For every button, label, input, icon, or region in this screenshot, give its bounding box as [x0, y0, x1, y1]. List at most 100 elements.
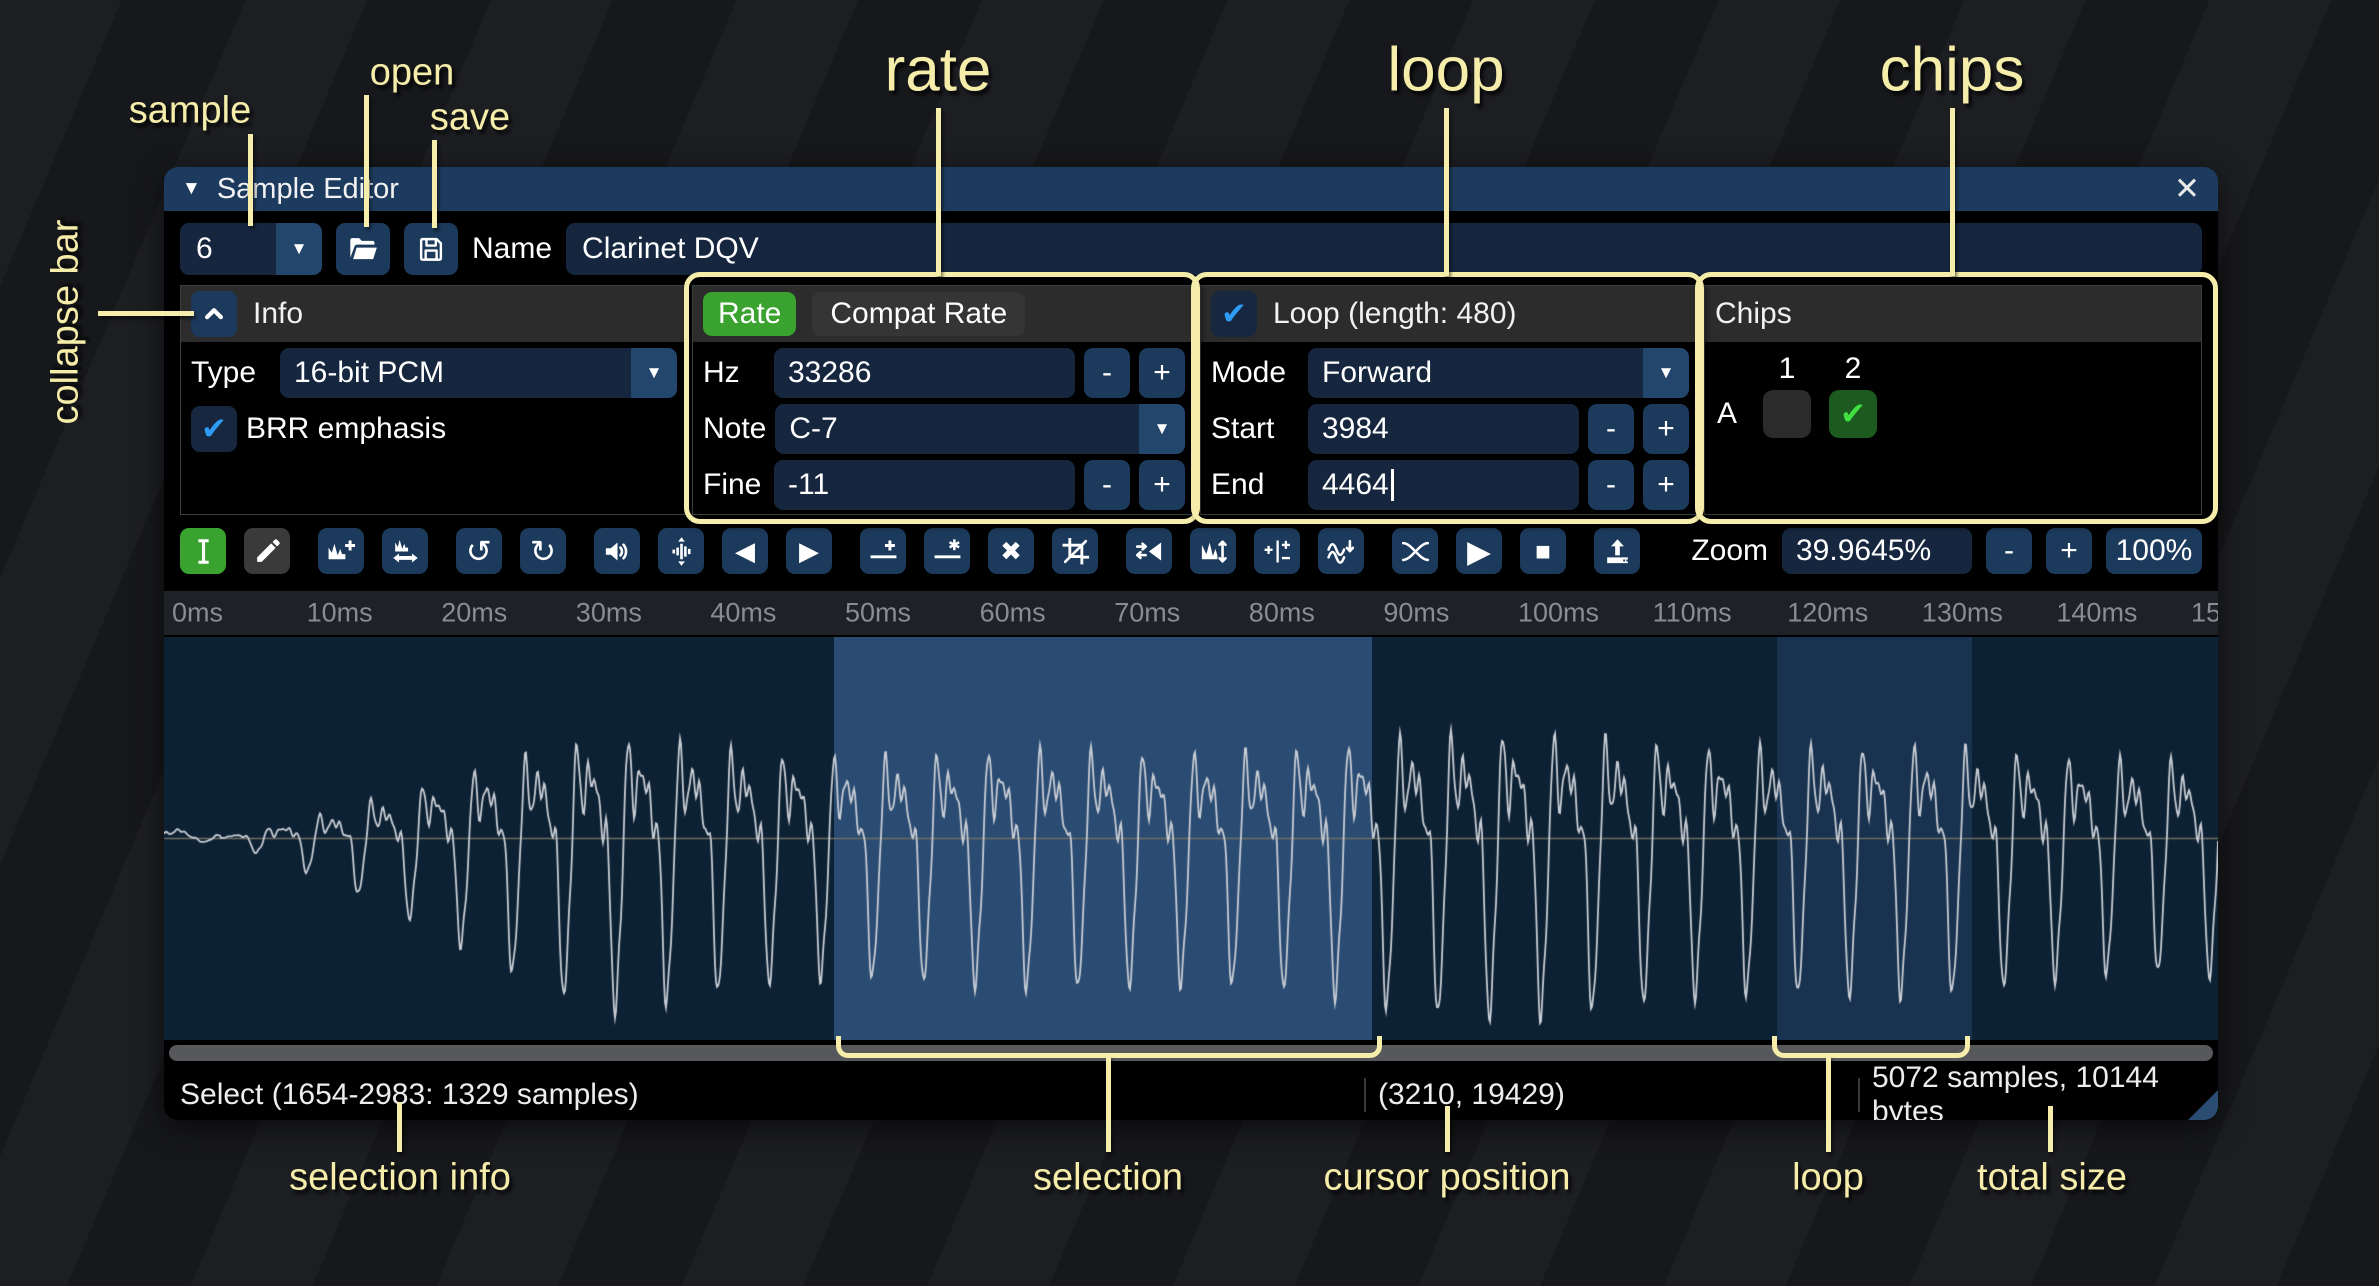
preview-icon: ▶	[1467, 536, 1491, 567]
fade-out-icon: ▶	[799, 538, 819, 564]
ruler-tick-label: 150ms	[2191, 598, 2218, 629]
page: ▼ Sample Editor ✕ 6 ▼	[0, 0, 2379, 1286]
window-collapse-icon[interactable]: ▼	[182, 178, 201, 200]
stop-preview-button[interactable]: ■	[1520, 528, 1566, 574]
ruler-tick-label: 50ms	[845, 598, 911, 629]
callout-loop-label: loop	[1387, 35, 1504, 106]
callout-selection-bracket	[836, 1036, 1382, 1058]
toolbar-group: ▶■	[1392, 528, 1566, 574]
callout-total-size-line	[2048, 1106, 2053, 1152]
reverse-icon	[1134, 536, 1165, 567]
stop-preview-icon: ■	[1535, 538, 1551, 564]
delete-button[interactable]: ✖	[988, 528, 1034, 574]
sample-select[interactable]: 6 ▼	[180, 223, 322, 275]
signed-unsigned-button[interactable]	[1254, 528, 1300, 574]
reverse-button[interactable]	[1126, 528, 1172, 574]
window-title: Sample Editor	[217, 173, 399, 206]
callout-cursor-position-line	[1445, 1106, 1450, 1152]
zoom-out-button[interactable]: -	[1986, 528, 2032, 574]
trim-button[interactable]	[1052, 528, 1098, 574]
callout-selection-stem	[1106, 1056, 1111, 1152]
callout-save-label: save	[430, 97, 510, 140]
sample-name-value: Clarinet DQV	[582, 232, 759, 266]
apply-silence-icon	[932, 536, 963, 567]
folder-open-icon	[347, 233, 379, 265]
resize-button[interactable]	[318, 528, 364, 574]
zoom-input[interactable]: 39.9645%	[1782, 528, 1972, 574]
redo-button[interactable]: ↻	[520, 528, 566, 574]
sample-name-input[interactable]: Clarinet DQV	[566, 223, 2202, 275]
callout-save-line	[432, 140, 437, 228]
resample-icon	[390, 536, 421, 567]
apply-filter-button[interactable]	[1318, 528, 1364, 574]
ruler-tick-label: 30ms	[576, 598, 642, 629]
toolbar-group: ✖	[860, 528, 1098, 574]
ruler-tick-label: 70ms	[1114, 598, 1180, 629]
undo-button[interactable]: ↺	[456, 528, 502, 574]
signed-unsigned-icon	[1262, 536, 1293, 567]
window-titlebar[interactable]: ▼ Sample Editor ✕	[164, 167, 2218, 211]
callout-total-size-label: total size	[1977, 1157, 2127, 1200]
amplify-icon	[602, 536, 633, 567]
fade-in-button[interactable]: ◀	[722, 528, 768, 574]
callout-collapse-bar-label: collapse bar	[45, 220, 88, 425]
crossfade-button[interactable]	[1392, 528, 1438, 574]
callout-selection-label: selection	[1033, 1157, 1183, 1200]
zoom-reset-button[interactable]: 100%	[2106, 528, 2202, 574]
callout-loop-stem	[1826, 1056, 1831, 1152]
toolbar-group: ◀▶	[594, 528, 832, 574]
create-instrument-button[interactable]	[1594, 528, 1640, 574]
fade-out-button[interactable]: ▶	[786, 528, 832, 574]
time-ruler[interactable]: 0ms10ms20ms30ms40ms50ms60ms70ms80ms90ms1…	[164, 591, 2218, 635]
type-label: Type	[191, 356, 271, 390]
normalize-button[interactable]	[658, 528, 704, 574]
callout-chips-label: chips	[1880, 35, 2025, 106]
edit-mode-draw-button[interactable]	[244, 528, 290, 574]
statusbar-selection-info: Select (1654-2983: 1329 samples)	[180, 1078, 1364, 1112]
callout-loop-bottom-label: loop	[1792, 1157, 1864, 1200]
statusbar-cursor-position: (3210, 19429)	[1366, 1078, 1858, 1112]
delete-icon: ✖	[1000, 538, 1022, 564]
callout-cursor-position-label: cursor position	[1323, 1157, 1570, 1200]
redo-icon: ↻	[530, 536, 556, 567]
waveform-view[interactable]	[164, 637, 2218, 1040]
save-sample-button[interactable]	[404, 223, 458, 275]
window-resize-grip[interactable]	[2188, 1090, 2218, 1120]
open-sample-button[interactable]	[336, 223, 390, 275]
statusbar-total-size: 5072 samples, 10144 bytes	[1860, 1061, 2202, 1120]
dropdown-arrow-icon: ▼	[276, 223, 322, 275]
resample-button[interactable]	[382, 528, 428, 574]
normalize-icon	[666, 536, 697, 567]
sample-toolbar: ↺↻◀▶✖▶■Zoom39.9645%-+100%	[180, 525, 2202, 577]
ruler-tick-label: 140ms	[2056, 598, 2137, 629]
info-panel-header: Info	[181, 286, 687, 342]
callout-open-line	[364, 95, 369, 227]
ruler-tick-label: 10ms	[307, 598, 373, 629]
toolbar-group	[180, 528, 290, 574]
ruler-tick-label: 120ms	[1787, 598, 1868, 629]
brr-emphasis-checkbox[interactable]: ✔	[191, 406, 237, 452]
ruler-tick-label: 0ms	[172, 598, 223, 629]
insert-silence-icon	[868, 536, 899, 567]
edit-mode-select-button[interactable]	[180, 528, 226, 574]
callout-loop-line	[1444, 108, 1449, 276]
ruler-tick-label: 60ms	[980, 598, 1046, 629]
sample-type-select[interactable]: 16-bit PCM ▼	[280, 348, 677, 398]
check-icon: ✔	[201, 411, 227, 447]
callout-loop-box	[1191, 272, 1704, 524]
close-icon[interactable]: ✕	[2174, 171, 2200, 207]
apply-filter-icon	[1326, 536, 1357, 567]
collapse-panel-button[interactable]	[191, 291, 237, 337]
zoom-in-button[interactable]: +	[2046, 528, 2092, 574]
callout-rate-line	[936, 108, 941, 276]
apply-silence-button[interactable]	[924, 528, 970, 574]
amplify-button[interactable]	[594, 528, 640, 574]
invert-button[interactable]	[1190, 528, 1236, 574]
preview-button[interactable]: ▶	[1456, 528, 1502, 574]
toolbar-group: ↺↻	[456, 528, 566, 574]
sample-select-value: 6	[180, 223, 276, 275]
insert-silence-button[interactable]	[860, 528, 906, 574]
callout-sample-label: sample	[129, 90, 252, 133]
ruler-tick-label: 110ms	[1653, 598, 1732, 629]
sample-type-value: 16-bit PCM	[280, 348, 631, 398]
